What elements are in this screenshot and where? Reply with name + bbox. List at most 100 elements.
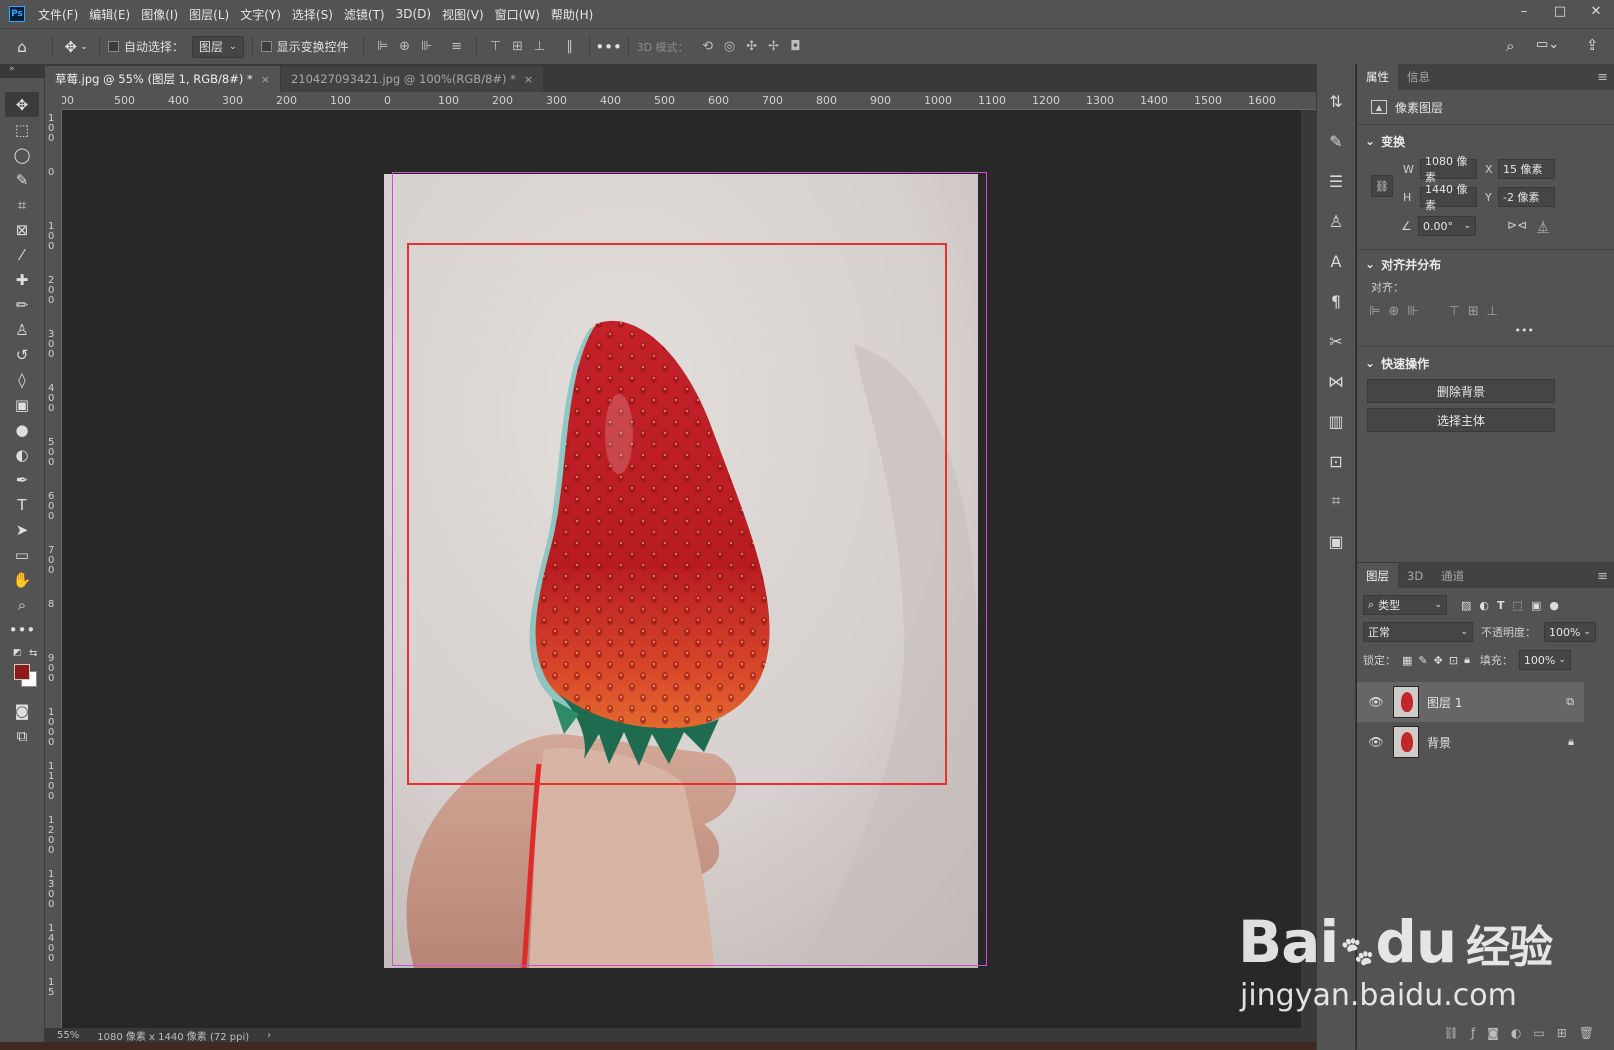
flip-vertical-icon[interactable]: ⏅ xyxy=(1537,218,1549,235)
move-tool-icon[interactable]: ✥ xyxy=(5,92,39,117)
layer-row[interactable]: 👁︎ 图层 1 ⧉ xyxy=(1357,682,1584,722)
minimize-icon[interactable]: – xyxy=(1506,0,1542,22)
navigator-panel-icon[interactable]: ▣ xyxy=(1321,526,1351,556)
tools-panel-icon[interactable]: ✂ xyxy=(1321,326,1351,356)
glyphs-panel-icon[interactable]: ⋈ xyxy=(1321,366,1351,396)
lock-icon[interactable]: 🔒︎ xyxy=(1568,735,1574,749)
3d-scale-icon[interactable]: ◘ xyxy=(785,37,807,57)
ruler-origin[interactable] xyxy=(45,92,62,110)
filter-pixel-icon[interactable]: ▨ xyxy=(1461,599,1471,612)
maximize-icon[interactable]: □ xyxy=(1542,0,1578,22)
fill-field[interactable]: 100% ⌄ xyxy=(1518,650,1571,670)
align-bottom-icon[interactable]: ⊥ xyxy=(1487,304,1498,319)
align-horizontal-centers-icon[interactable]: ⊕ xyxy=(394,37,416,57)
tab-properties[interactable]: 属性 xyxy=(1357,64,1398,90)
healing-brush-tool-icon[interactable]: ✚ xyxy=(5,267,39,292)
menu-filter[interactable]: 滤镜(T) xyxy=(344,6,385,23)
align-top-icon[interactable]: ⊤ xyxy=(1449,304,1460,319)
screen-mode-icon[interactable]: ⧉ xyxy=(5,723,39,748)
move-tool-preset-icon[interactable]: ✥ ⌄ xyxy=(61,38,91,56)
align-right-edges-icon[interactable]: ⊪ xyxy=(416,37,438,57)
align-left-icon[interactable]: ⊫ xyxy=(1369,304,1380,319)
3d-pan-icon[interactable]: ✣ xyxy=(741,37,763,57)
align-bottom-edges-icon[interactable]: ⊥ xyxy=(529,37,551,57)
menu-window[interactable]: 窗口(W) xyxy=(495,6,540,23)
delete-layer-icon[interactable]: 🗑︎ xyxy=(1579,1026,1594,1040)
canvas-area[interactable] xyxy=(62,110,1301,1028)
tab-channels[interactable]: 通道 xyxy=(1432,563,1473,589)
gg-plugin-icon[interactable]: ⊡ xyxy=(1321,446,1351,476)
flip-horizontal-icon[interactable]: ⊳⊲ xyxy=(1507,218,1527,232)
3d-roll-icon[interactable]: ◎ xyxy=(719,37,741,57)
rectangle-tool-icon[interactable]: ▭ xyxy=(5,542,39,567)
marquee-tool-icon[interactable]: ⬚ xyxy=(5,117,39,142)
vertical-scrollbar[interactable] xyxy=(1301,110,1316,1028)
new-layer-icon[interactable]: ⊞ xyxy=(1557,1026,1567,1040)
lock-transparent-icon[interactable]: ▦ xyxy=(1402,654,1412,667)
y-field[interactable]: -2 像素 xyxy=(1498,187,1555,207)
frame-tool-icon[interactable]: ⊠ xyxy=(5,217,39,242)
tab-info[interactable]: 信息 xyxy=(1398,64,1439,90)
height-field[interactable]: 1440 像素 xyxy=(1420,183,1477,212)
link-layers-icon[interactable]: ⛓ xyxy=(1444,1026,1459,1040)
opacity-field[interactable]: 100% ⌄ xyxy=(1544,622,1596,642)
menu-edit[interactable]: 编辑(E) xyxy=(89,6,130,23)
lock-position-icon[interactable]: ✥ xyxy=(1434,654,1443,667)
history-brush-tool-icon[interactable]: ↺ xyxy=(5,342,39,367)
close-icon[interactable]: ✕ xyxy=(1578,0,1614,22)
lasso-tool-icon[interactable]: ◯ xyxy=(5,142,39,167)
menu-layer[interactable]: 图层(L) xyxy=(189,6,229,23)
crop-panel-icon[interactable]: ⌗ xyxy=(1321,486,1351,516)
visibility-eye-icon[interactable]: 👁︎ xyxy=(1367,695,1385,709)
add-mask-icon[interactable]: ◙ xyxy=(1487,1026,1499,1040)
zoom-level[interactable]: 55% xyxy=(57,1030,79,1041)
type-tool-icon[interactable]: T xyxy=(5,492,39,517)
horizontal-ruler[interactable]: 0050040030020010001002003004005006007008… xyxy=(62,92,1316,110)
align-left-edges-icon[interactable]: ⊫ xyxy=(372,37,394,57)
blur-tool-icon[interactable]: ● xyxy=(5,417,39,442)
histogram-panel-icon[interactable]: ▥ xyxy=(1321,406,1351,436)
path-selection-tool-icon[interactable]: ➤ xyxy=(5,517,39,542)
close-tab-icon[interactable]: × xyxy=(524,73,533,86)
align-top-edges-icon[interactable]: ⊤ xyxy=(485,37,507,57)
angle-field[interactable]: 0.00° ⌄ xyxy=(1418,216,1476,236)
width-field[interactable]: 1080 像素 xyxy=(1420,155,1477,184)
show-transform-checkbox[interactable] xyxy=(260,41,272,52)
tab-layers[interactable]: 图层 xyxy=(1357,562,1398,589)
link-icon[interactable]: ⛓ xyxy=(1371,175,1393,197)
adjustment-layer-icon[interactable]: ◐ xyxy=(1511,1026,1521,1040)
filter-type-icon[interactable]: T xyxy=(1497,599,1505,612)
quick-actions-header[interactable]: ⌄ 快速操作 xyxy=(1357,351,1614,375)
visibility-eye-icon[interactable]: 👁︎ xyxy=(1367,735,1385,749)
lock-pixels-icon[interactable]: ✎ xyxy=(1418,654,1427,667)
toolbar-collapse[interactable]: » xyxy=(0,64,45,78)
layer-filter-dropdown[interactable]: ⌕ 类型 ⌄ xyxy=(1363,595,1447,615)
clone-source-icon[interactable]: ♙ xyxy=(1321,206,1351,236)
distribute-horizontal-icon[interactable]: ‖ xyxy=(559,37,581,57)
panel-menu-icon[interactable]: ≡ xyxy=(1597,70,1608,85)
more-options-icon[interactable]: ••• xyxy=(595,38,622,56)
hand-tool-icon[interactable]: ✋ xyxy=(5,567,39,592)
brush-settings-icon[interactable]: ✎ xyxy=(1321,126,1351,156)
crop-tool-icon[interactable]: ⌗ xyxy=(5,192,39,217)
quick-select-tool-icon[interactable]: ✎ xyxy=(5,167,39,192)
history-panel-icon[interactable]: ⇅ xyxy=(1321,86,1351,116)
tab-second-image[interactable]: 210427093421.jpg @ 100%(RGB/8#) * × xyxy=(280,66,544,92)
default-colors-icon[interactable]: ◩ xyxy=(13,648,22,658)
auto-select-target-dropdown[interactable]: 图层 ⌄ xyxy=(192,35,244,58)
dodge-tool-icon[interactable]: ◐ xyxy=(5,442,39,467)
filter-shape-icon[interactable]: ⬚ xyxy=(1513,599,1523,612)
pen-tool-icon[interactable]: ✒ xyxy=(5,467,39,492)
3d-slide-icon[interactable]: ✢ xyxy=(763,37,785,57)
brush-tool-icon[interactable]: ✏ xyxy=(5,292,39,317)
align-middle-icon[interactable]: ⊞ xyxy=(1468,304,1479,319)
tab-3d[interactable]: 3D xyxy=(1398,563,1432,589)
foreground-color-swatch[interactable] xyxy=(14,664,30,680)
home-icon[interactable]: ⌂ xyxy=(0,38,44,56)
layer-name[interactable]: 图层 1 xyxy=(1427,694,1462,711)
layer-row[interactable]: 👁︎ 背景 🔒︎ xyxy=(1357,722,1584,762)
panel-menu-icon[interactable]: ≡ xyxy=(1597,569,1608,584)
transform-section-header[interactable]: ⌄ 变换 xyxy=(1357,129,1614,153)
select-subject-button[interactable]: 选择主体 xyxy=(1367,408,1555,432)
blend-mode-dropdown[interactable]: 正常 ⌄ xyxy=(1363,622,1473,642)
